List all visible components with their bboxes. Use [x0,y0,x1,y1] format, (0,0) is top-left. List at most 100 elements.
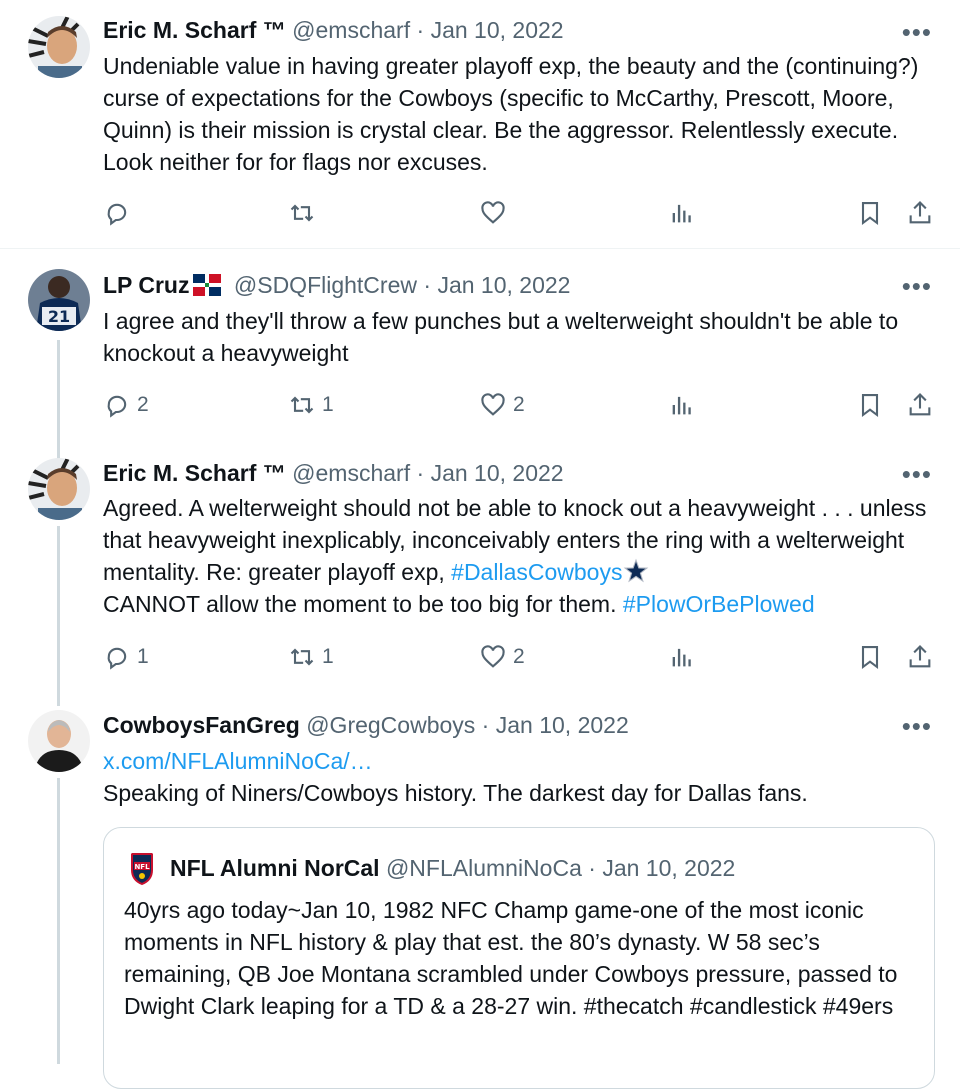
like-button[interactable] [479,198,513,228]
more-options-icon[interactable]: ••• [902,19,932,45]
views-icon [672,396,691,415]
dominican-flag-icon [193,274,222,296]
views-button[interactable] [668,198,696,228]
share-button[interactable] [906,390,934,420]
like-button[interactable]: 2 [479,390,525,420]
retweet-icon [290,204,314,222]
bookmark-button[interactable] [856,642,884,672]
quoted-author-name[interactable]: NFL Alumni NorCal [170,855,380,882]
share-icon [909,645,931,668]
share-button[interactable] [906,642,934,672]
author-handle[interactable]: @SDQFlightCrew [234,272,417,298]
tweet-header: Eric M. Scharf ™ @emscharf · Jan 10, 202… [103,458,564,488]
hashtag-link[interactable]: #DallasCowboys [451,559,622,585]
tweet-actions: 2 1 2 [103,390,943,420]
retweet-button[interactable]: 1 [288,390,334,420]
avatar[interactable] [28,458,90,520]
separator: · [416,17,425,43]
url-link[interactable]: x.com/NFLAlumniNoCa/… [103,748,373,774]
tweet-header: CowboysFanGreg @GregCowboys · Jan 10, 20… [103,710,629,740]
tweet-text: I agree and they'll throw a few punches … [103,308,899,366]
tweet-header: Eric M. Scharf ™ @emscharf · Jan 10, 202… [103,15,564,45]
author-name[interactable]: LP Cruz [103,272,189,298]
hashtag-link[interactable]: #PlowOrBePlowed [623,591,815,617]
tweet-header: LP Cruz @SDQFlightCrew · Jan 10, 2022 [103,270,570,300]
more-options-icon[interactable]: ••• [902,273,932,299]
heart-icon [481,201,505,224]
reply-count: 1 [137,645,149,668]
separator: · [588,854,596,881]
avatar[interactable]: 21 [28,269,90,331]
reply-button[interactable]: 1 [103,642,149,672]
tweet-date[interactable]: Jan 10, 2022 [431,460,564,486]
author-handle[interactable]: @GregCowboys [306,712,475,738]
bookmark-button[interactable] [856,390,884,420]
cowboys-star-icon [624,558,649,583]
share-icon [909,393,931,416]
like-count: 2 [513,393,525,416]
share-button[interactable] [906,198,934,228]
heart-icon [481,645,505,668]
tweet-date[interactable]: Jan 10, 2022 [496,712,629,738]
quoted-tweet[interactable]: NFL NFL Alumni NorCal @NFLAlumniNoCa · J… [103,827,935,1089]
tweet[interactable]: Eric M. Scharf ™ @emscharf · Jan 10, 202… [0,450,960,700]
author-name[interactable]: CowboysFanGreg [103,712,300,738]
tweet[interactable]: Eric M. Scharf ™ @emscharf · Jan 10, 202… [0,0,960,248]
author-handle[interactable]: @emscharf [292,460,410,486]
heart-icon [481,393,505,416]
share-icon [909,201,931,224]
more-options-icon[interactable]: ••• [902,713,932,739]
like-button[interactable]: 2 [479,642,525,672]
avatar-image [28,16,90,78]
tweet-text-part: Speaking of Niners/Cowboys history. The … [103,780,808,806]
views-button[interactable] [668,642,696,672]
quoted-tweet-header: NFL NFL Alumni NorCal @NFLAlumniNoCa · J… [124,850,735,886]
quoted-author-handle[interactable]: @NFLAlumniNoCa [386,855,582,882]
bookmark-icon [861,202,879,226]
divider [0,248,960,249]
avatar[interactable]: NFL [124,850,160,886]
separator: · [481,712,490,738]
avatar-image [28,710,90,772]
separator: · [416,460,425,486]
tweet-actions [103,198,943,228]
retweet-button[interactable] [288,198,322,228]
retweet-button[interactable]: 1 [288,642,334,672]
svg-text:NFL: NFL [134,863,150,871]
avatar-image: 21 [28,269,90,331]
tweet-text: Undeniable value in having greater playo… [103,53,919,175]
nfl-alumni-logo-icon: NFL [124,850,160,886]
reply-button[interactable]: 2 [103,390,149,420]
retweet-count: 1 [322,645,334,668]
reply-button[interactable] [103,198,137,228]
avatar[interactable] [28,710,90,772]
quoted-tweet-text: 40yrs ago today~Jan 10, 1982 NFC Champ g… [124,897,898,1019]
avatar[interactable] [28,16,90,78]
tweet-date[interactable]: Jan 10, 2022 [431,17,564,43]
separator: · [423,272,432,298]
tweet-date[interactable]: Jan 10, 2022 [437,272,570,298]
tweet-actions: 1 1 2 [103,642,943,672]
reply-icon [107,203,127,226]
author-name[interactable]: Eric M. Scharf ™ [103,460,286,486]
like-count: 2 [513,645,525,668]
reply-icon [107,395,127,418]
tweet-text: Agreed. A welterweight should not be abl… [103,492,943,620]
views-icon [672,204,691,223]
author-name[interactable]: Eric M. Scharf ™ [103,17,286,43]
views-button[interactable] [668,390,696,420]
bookmark-button[interactable] [856,198,884,228]
retweet-icon [290,648,314,666]
retweet-icon [290,396,314,414]
tweet-text-part: CANNOT allow the moment to be too big fo… [103,591,623,617]
author-handle[interactable]: @emscharf [292,17,410,43]
bookmark-icon [861,394,879,418]
bookmark-icon [861,646,879,670]
views-icon [672,648,691,667]
tweet-text: x.com/NFLAlumniNoCa/… Speaking of Niners… [103,745,943,809]
quoted-tweet-date[interactable]: Jan 10, 2022 [602,855,735,882]
more-options-icon[interactable]: ••• [902,461,932,487]
reply-count: 2 [137,393,149,416]
reply-icon [107,647,127,670]
tweet[interactable]: 21 LP Cruz @SDQFlightCrew · Jan 10, 2022… [0,250,960,450]
